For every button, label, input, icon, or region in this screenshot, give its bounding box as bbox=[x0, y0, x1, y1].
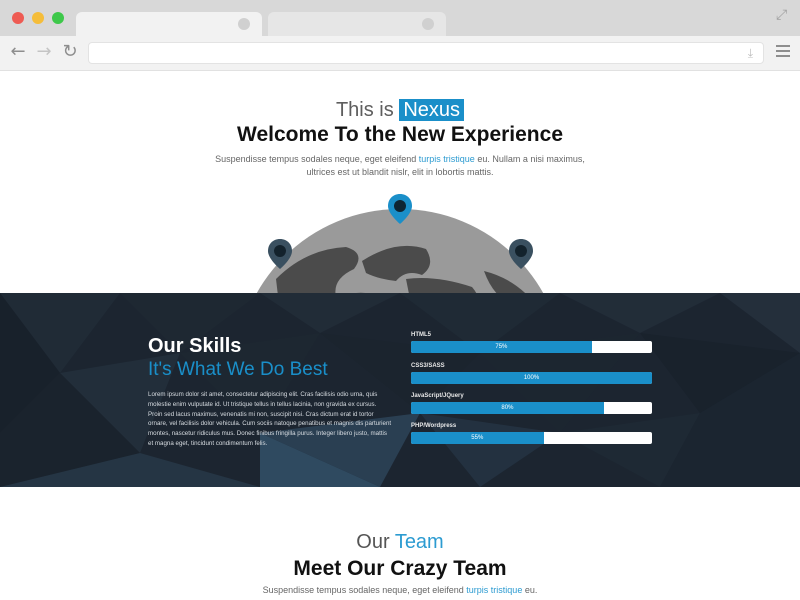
skill-item: JavaScript/JQuery 80% bbox=[411, 393, 652, 414]
map-pin-icon bbox=[509, 239, 533, 269]
skill-progress-bar: 55% bbox=[411, 432, 652, 444]
skills-description: Lorem ipsum dolor sit amet, consectetur … bbox=[148, 391, 392, 447]
skill-item: HTML5 75% bbox=[411, 332, 652, 353]
hero-text-link[interactable]: turpis tristique bbox=[419, 154, 475, 164]
skill-label: CSS3/SASS bbox=[411, 363, 445, 369]
skills-subtitle: It's What We Do Best bbox=[148, 359, 328, 380]
skill-item: PHP/Wordpress 55% bbox=[411, 423, 652, 444]
browser-toolbar: ← → ↻ ⤓ bbox=[0, 36, 800, 71]
skill-percent-label: 55% bbox=[471, 435, 484, 441]
skill-label: PHP/Wordpress bbox=[411, 423, 457, 429]
download-icon[interactable]: ⤓ bbox=[748, 46, 753, 61]
fullscreen-icon[interactable]: ⤢ bbox=[776, 8, 790, 22]
skill-percent-label: 80% bbox=[501, 405, 514, 411]
hero-pretitle-prefix: This is bbox=[335, 99, 394, 121]
hero-title: Welcome To the New Experience bbox=[237, 123, 563, 146]
tab-close-icon[interactable] bbox=[422, 18, 434, 30]
skill-percent-label: 100% bbox=[523, 375, 540, 381]
close-window-button[interactable] bbox=[12, 12, 24, 24]
team-text-link[interactable]: turpis tristique bbox=[466, 585, 522, 595]
skills-section: Our Skills It's What We Do Best Lorem ip… bbox=[0, 293, 800, 487]
menu-icon[interactable] bbox=[776, 45, 790, 57]
map-pin-icon bbox=[268, 239, 292, 269]
skills-title: Our Skills bbox=[148, 335, 242, 357]
minimize-window-button[interactable] bbox=[32, 12, 44, 24]
hero-description: Suspendisse tempus sodales neque, eget e… bbox=[215, 154, 585, 177]
browser-tab-inactive[interactable] bbox=[268, 12, 446, 36]
address-bar[interactable]: ⤓ bbox=[88, 42, 764, 64]
skill-label: JavaScript/JQuery bbox=[411, 393, 464, 399]
forward-arrow-icon[interactable]: → bbox=[34, 42, 54, 62]
browser-titlebar: ⤢ bbox=[0, 0, 800, 36]
map-pin-icon bbox=[388, 194, 412, 224]
tab-close-icon[interactable] bbox=[238, 18, 250, 30]
hero-section: This is Nexus Welcome To the New Experie… bbox=[0, 71, 800, 293]
skill-progress-bar: 75% bbox=[411, 341, 652, 353]
skill-progress-bar: 100% bbox=[411, 372, 652, 384]
team-pretitle: Our Team bbox=[0, 531, 800, 554]
reload-icon[interactable]: ↻ bbox=[60, 42, 80, 62]
browser-tab-active[interactable] bbox=[76, 12, 262, 36]
skill-label: HTML5 bbox=[411, 332, 431, 338]
team-title: Meet Our Crazy Team bbox=[293, 557, 507, 580]
team-pretitle-accent: Team bbox=[394, 531, 444, 553]
skill-percent-label: 75% bbox=[495, 344, 508, 350]
team-section: Our Team Meet Our Crazy Team Suspendisse… bbox=[0, 487, 800, 600]
team-pretitle-prefix: Our bbox=[356, 531, 390, 553]
hero-brand-highlight: Nexus bbox=[399, 99, 465, 121]
hero-pretitle: This is Nexus bbox=[0, 99, 800, 122]
polygon-background bbox=[0, 293, 800, 487]
back-arrow-icon[interactable]: ← bbox=[8, 42, 28, 62]
skill-item: CSS3/SASS 100% bbox=[411, 363, 652, 384]
team-description: Suspendisse tempus sodales neque, eget e… bbox=[262, 585, 538, 595]
skill-progress-bar: 80% bbox=[411, 402, 652, 414]
maximize-window-button[interactable] bbox=[52, 12, 64, 24]
